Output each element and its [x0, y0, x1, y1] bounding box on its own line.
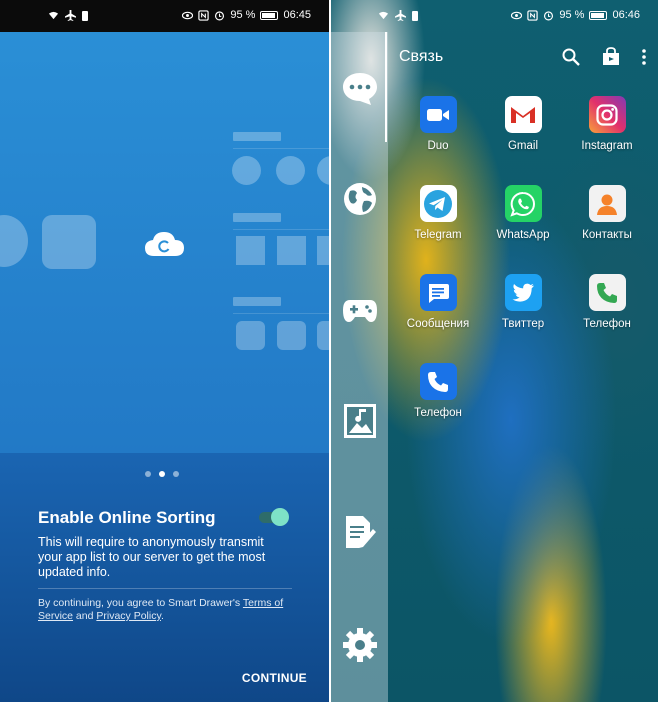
sidebar-scroll-indicator	[385, 32, 387, 142]
globe-icon[interactable]	[341, 180, 379, 218]
app-label: Instagram	[581, 140, 633, 152]
app-instagram[interactable]: Instagram	[569, 96, 645, 152]
gmail-icon	[504, 96, 542, 133]
app-phone-dialer[interactable]: Телефон	[400, 363, 476, 419]
instagram-icon	[588, 96, 626, 133]
battery-icon	[260, 10, 279, 20]
online-sorting-description: This will require to anonymously transmi…	[38, 535, 266, 579]
app-label: Сообщения	[406, 318, 470, 330]
duo-icon	[419, 96, 457, 133]
smart-drawer-onboarding: 95 % 06:45 Enable Online Sorting This wi…	[0, 0, 329, 702]
status-bar: 95 % 06:46	[331, 0, 658, 32]
ghost-app-square	[236, 236, 265, 265]
whatsapp-icon	[504, 185, 542, 222]
app-label: Телефон	[414, 407, 462, 419]
ghost-app-circle	[0, 215, 28, 267]
ghost-section-bar	[233, 132, 281, 141]
ghost-app-square	[42, 215, 96, 269]
screenshot-root: 95 % 06:45 Enable Online Sorting This wi…	[0, 0, 658, 702]
nfc-icon	[198, 9, 210, 21]
page-dot[interactable]	[173, 471, 179, 477]
settings-icon[interactable]	[341, 626, 379, 664]
music-image-icon[interactable]	[341, 402, 379, 440]
airplane-icon	[395, 10, 406, 21]
privacy-policy-link[interactable]: Privacy Policy	[96, 610, 161, 622]
app-label: Gmail	[507, 140, 539, 152]
toggle-knob	[271, 508, 289, 526]
app-twitter[interactable]: Твиттер	[485, 274, 561, 330]
clock: 06:45	[283, 9, 311, 21]
edit-document-icon[interactable]	[341, 514, 379, 552]
airplane-icon	[65, 10, 76, 21]
app-label: Контакты	[582, 229, 632, 241]
store-bag-icon[interactable]	[602, 47, 620, 66]
legal-notice: By continuing, you agree to Smart Drawer…	[38, 597, 298, 623]
app-duo[interactable]: Duo	[400, 96, 476, 152]
top-actions	[562, 47, 646, 66]
app-telegram[interactable]: Telegram	[400, 185, 476, 241]
page-dot[interactable]	[145, 471, 151, 477]
nfc-icon	[527, 9, 539, 21]
app-label: Твиттер	[501, 318, 545, 330]
ghost-section-bar	[233, 297, 281, 306]
wifi-icon	[378, 11, 389, 20]
app-label: Duo	[427, 140, 449, 152]
ghost-app-circle	[276, 156, 305, 185]
status-bar: 95 % 06:45	[0, 0, 329, 32]
app-label: Telegram	[414, 229, 462, 241]
phone-icon	[419, 363, 457, 400]
messages-icon	[419, 274, 457, 311]
ghost-app-rounded	[317, 321, 329, 350]
smart-drawer-home: 95 % 06:46 Связь Duo Gmail Instagram Tel…	[331, 0, 658, 702]
eye-icon	[182, 11, 194, 19]
clock: 06:46	[612, 9, 640, 21]
legal-suffix: .	[160, 610, 164, 622]
gamepad-icon[interactable]	[341, 291, 379, 329]
app-whatsapp[interactable]: WhatsApp	[485, 185, 561, 241]
page-dot-active[interactable]	[159, 471, 165, 477]
battery-percent: 95 %	[230, 9, 256, 21]
twitter-icon	[504, 274, 542, 311]
app-label: WhatsApp	[496, 229, 550, 241]
online-sorting-toggle[interactable]	[259, 508, 289, 526]
alarm-icon	[215, 10, 225, 20]
phone-icon	[588, 274, 626, 311]
ghost-app-circle	[317, 156, 329, 185]
app-messages[interactable]: Сообщения	[400, 274, 476, 330]
wifi-icon	[48, 11, 59, 20]
page-indicator	[145, 471, 179, 477]
legal-prefix: By continuing, you agree to Smart Drawer…	[38, 597, 243, 609]
battery-percent: 95 %	[559, 9, 585, 21]
app-label: Телефон	[583, 318, 631, 330]
online-sorting-title: Enable Online Sorting	[38, 508, 216, 527]
category-sidebar	[331, 32, 388, 702]
battery-small-icon	[82, 10, 88, 21]
ghost-section-bar	[233, 213, 281, 222]
telegram-icon	[419, 185, 457, 222]
more-vert-icon[interactable]	[642, 48, 646, 65]
alarm-icon	[544, 10, 554, 20]
ghost-app-rounded	[277, 321, 306, 350]
ghost-app-square	[277, 236, 306, 265]
ghost-app-square	[317, 236, 329, 265]
app-gmail[interactable]: Gmail	[485, 96, 561, 152]
search-icon[interactable]	[562, 48, 580, 66]
chat-icon[interactable]	[341, 70, 379, 108]
battery-icon	[589, 10, 608, 20]
app-phone[interactable]: Телефон	[569, 274, 645, 330]
app-contacts[interactable]: Контакты	[569, 185, 645, 241]
eye-icon	[511, 11, 523, 19]
ghost-app-rounded	[236, 321, 265, 350]
ghost-app-circle	[232, 156, 261, 185]
folder-title: Связь	[399, 48, 444, 65]
battery-small-icon	[412, 10, 418, 21]
cloud-sync-icon	[145, 232, 184, 256]
divider	[38, 588, 292, 589]
contacts-icon	[588, 185, 626, 222]
continue-button[interactable]: CONTINUE	[242, 671, 307, 685]
legal-and: and	[73, 610, 97, 622]
